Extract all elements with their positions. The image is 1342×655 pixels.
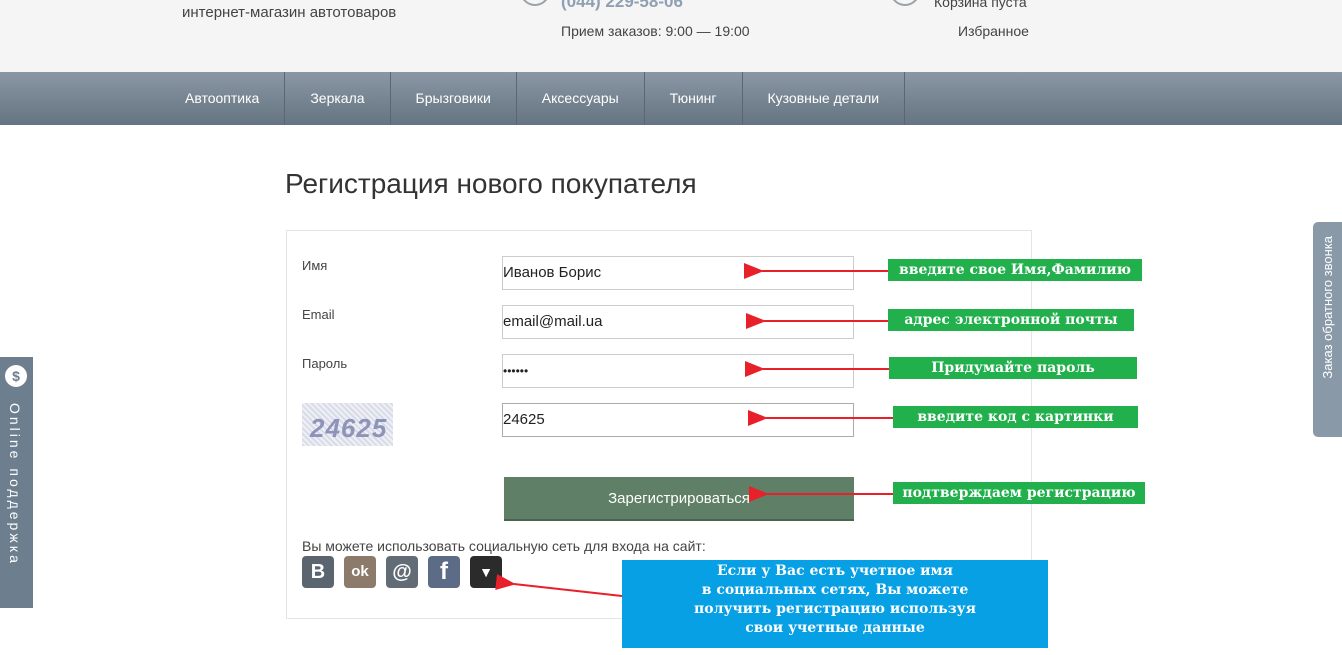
chat-icon: $	[5, 365, 27, 387]
callback-label: Заказ обратного звонка	[1320, 236, 1335, 379]
callback-request-tab[interactable]: Заказ обратного звонка	[1313, 222, 1342, 437]
online-support-label: Online поддержка	[7, 403, 23, 566]
social-arrow	[495, 574, 623, 597]
online-support-tab[interactable]: $ Online поддержка	[0, 357, 33, 608]
annotation-arrows	[495, 263, 893, 597]
